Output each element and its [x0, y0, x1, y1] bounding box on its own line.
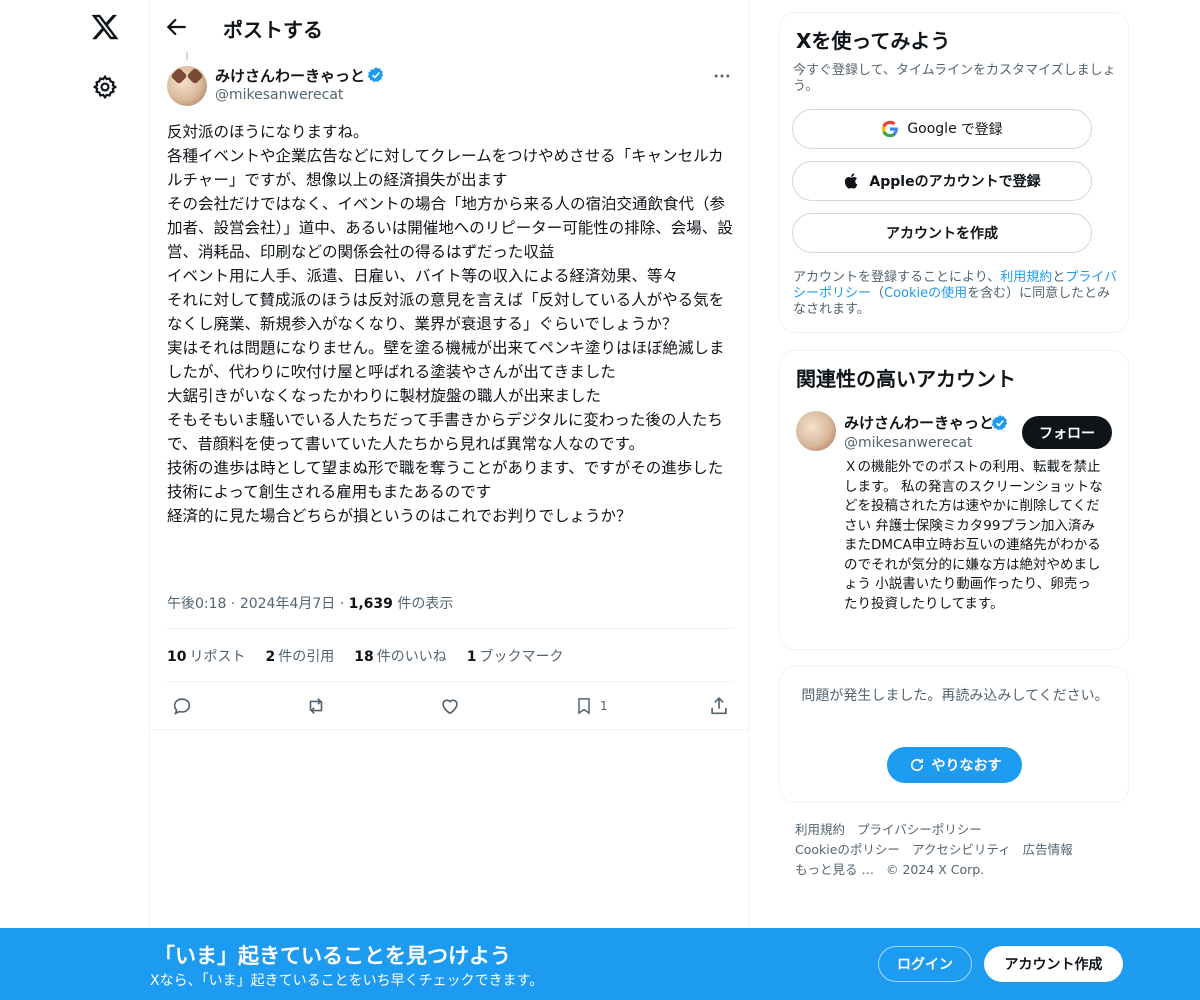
legal-notice: アカウントを登録することにより、利用規約とプライバシーポリシー（Cookieの使… — [793, 270, 1121, 318]
footer-link-terms[interactable]: 利用規約 — [795, 822, 845, 837]
login-button[interactable]: ログイン — [878, 946, 972, 982]
reply-icon — [173, 698, 191, 715]
bookmark-button[interactable]: 1 — [574, 693, 608, 719]
author-handle[interactable]: @mikesanwerecat — [215, 87, 343, 103]
post-time[interactable]: 午後0:18 — [167, 596, 226, 612]
signup-card: Xを使ってみよう 今すぐ登録して、タイムラインをカスタマイズしましょう。 Goo… — [779, 12, 1129, 333]
heart-icon — [442, 699, 458, 715]
avatar-ear-right — [186, 67, 204, 85]
verified-badge-icon — [991, 415, 1008, 431]
post-meta: 午後0:18 · 2024年4月7日 · 1,639 件の表示 — [167, 593, 453, 613]
terms-link[interactable]: 利用規約 — [1000, 270, 1052, 285]
google-icon — [882, 120, 899, 138]
divider — [150, 729, 748, 730]
footer-link-ads[interactable]: 広告情報 — [1023, 842, 1073, 857]
related-account-name[interactable]: みけさんわーきゃっと — [844, 412, 994, 433]
thread-line — [186, 52, 188, 60]
retry-label: やりなおす — [931, 758, 1002, 774]
repost-button[interactable] — [304, 693, 328, 719]
reply-button[interactable] — [171, 693, 193, 719]
signup-subtitle: 今すぐ登録して、タイムラインをカスタマイズしましょう。 — [793, 63, 1116, 94]
footer-link-privacy[interactable]: プライバシーポリシー — [857, 822, 982, 837]
stat-likes[interactable]: 18 件のいいね — [354, 646, 446, 666]
apple-signup-label: Appleのアカウントで登録 — [869, 174, 1041, 190]
author-name[interactable]: みけさんわーきゃっと — [215, 65, 365, 86]
bookmark-icon — [578, 698, 590, 715]
create-account-label: アカウントを作成 — [886, 226, 998, 242]
like-button[interactable] — [439, 693, 461, 719]
page-title: ポストする — [223, 18, 323, 42]
meta-separator: · — [230, 596, 240, 612]
left-nav — [0, 0, 150, 1000]
related-title: 関連性の高いアカウント — [796, 367, 1016, 391]
bottom-bar-subtitle: Xなら、「いま」起きていることをいち早くチェックできます。 — [150, 973, 544, 989]
share-icon — [711, 697, 727, 715]
repost-icon — [309, 698, 323, 714]
post-date[interactable]: 2024年4月7日 — [240, 596, 335, 612]
google-signup-button[interactable]: Google で登録 — [792, 109, 1092, 149]
divider — [167, 628, 733, 629]
footer-copyright: © 2024 X Corp. — [885, 862, 985, 877]
legal-text: と — [1052, 270, 1066, 285]
bottom-signup-bar: 「いま」起きていることを見つけよう Xなら、「いま」起きていることをいち早くチェ… — [0, 928, 1200, 1000]
footer-link-more[interactable]: もっと見る … — [795, 862, 874, 877]
footer-links: 利用規約 プライバシーポリシー Cookieのポリシー アクセシビリティ 広告情報 も… — [795, 820, 1115, 880]
legal-text: （ — [871, 286, 885, 301]
related-account-bio: Ｘの機能外でのポストの利用、転載を禁止します。 私の発言のスクリーンショットなど… — [844, 459, 1103, 612]
signup-title: Xを使ってみよう — [796, 29, 951, 53]
stat-reposts[interactable]: 10 リポスト — [167, 646, 245, 666]
views-count: 1,639 — [348, 596, 393, 612]
avatar-ear-left — [170, 67, 188, 85]
cookie-link[interactable]: Cookieの使用 — [884, 286, 967, 301]
avatar[interactable] — [796, 411, 836, 451]
x-logo-icon[interactable] — [90, 12, 120, 42]
follow-button[interactable]: フォロー — [1022, 416, 1112, 449]
post-actions: 1 — [167, 693, 733, 719]
verified-badge-icon — [367, 67, 384, 83]
create-account-button[interactable]: アカウントを作成 — [792, 213, 1092, 253]
back-arrow-icon[interactable] — [164, 14, 190, 40]
error-card: 問題が発生しました。再読み込みしてください。 やりなおす — [779, 666, 1129, 803]
avatar[interactable] — [167, 66, 207, 106]
gear-icon[interactable] — [92, 74, 118, 100]
google-suffix: で登録 — [960, 122, 1003, 138]
header: ポストする — [150, 0, 750, 54]
more-icon[interactable] — [712, 66, 732, 86]
footer-link-accessibility[interactable]: アクセシビリティ — [912, 842, 1011, 857]
refresh-icon — [910, 758, 923, 772]
retry-button[interactable]: やりなおす — [887, 747, 1022, 783]
bottom-bar-title: 「いま」起きていることを見つけよう — [154, 944, 511, 968]
views-label: 件の表示 — [397, 596, 454, 612]
legal-text: アカウントを登録することにより、 — [793, 270, 1001, 285]
related-accounts-card: 関連性の高いアカウント みけさんわーきゃっと @mikesanwerecat フ… — [779, 350, 1129, 650]
related-account-handle[interactable]: @mikesanwerecat — [844, 435, 972, 451]
stat-quotes[interactable]: 2 件の引用 — [265, 646, 334, 666]
post-text: 反対派のほうになりますね。 各種イベントや企業広告などに対してクレームをつけやめ… — [167, 123, 733, 525]
error-message: 問題が発生しました。再読み込みしてください。 — [801, 688, 1109, 704]
main-column: ポストする みけさんわーきゃっと @mikesanwerecat 反対派のほうに… — [149, 0, 749, 1000]
bottom-create-account-button[interactable]: アカウント作成 — [984, 946, 1123, 982]
stat-bookmarks[interactable]: 1 ブックマーク — [467, 646, 564, 666]
post-stats: 10 リポスト 2 件の引用 18 件のいいね 1 ブックマーク — [167, 646, 563, 666]
footer-link-cookie[interactable]: Cookieのポリシー — [795, 842, 900, 857]
divider — [167, 681, 733, 682]
google-brand: Google — [907, 121, 957, 137]
share-button[interactable] — [708, 693, 730, 719]
apple-icon — [845, 173, 858, 189]
bookmark-count: 1 — [600, 699, 608, 713]
meta-separator: · — [339, 596, 349, 612]
apple-signup-button[interactable]: Appleのアカウントで登録 — [792, 161, 1092, 201]
